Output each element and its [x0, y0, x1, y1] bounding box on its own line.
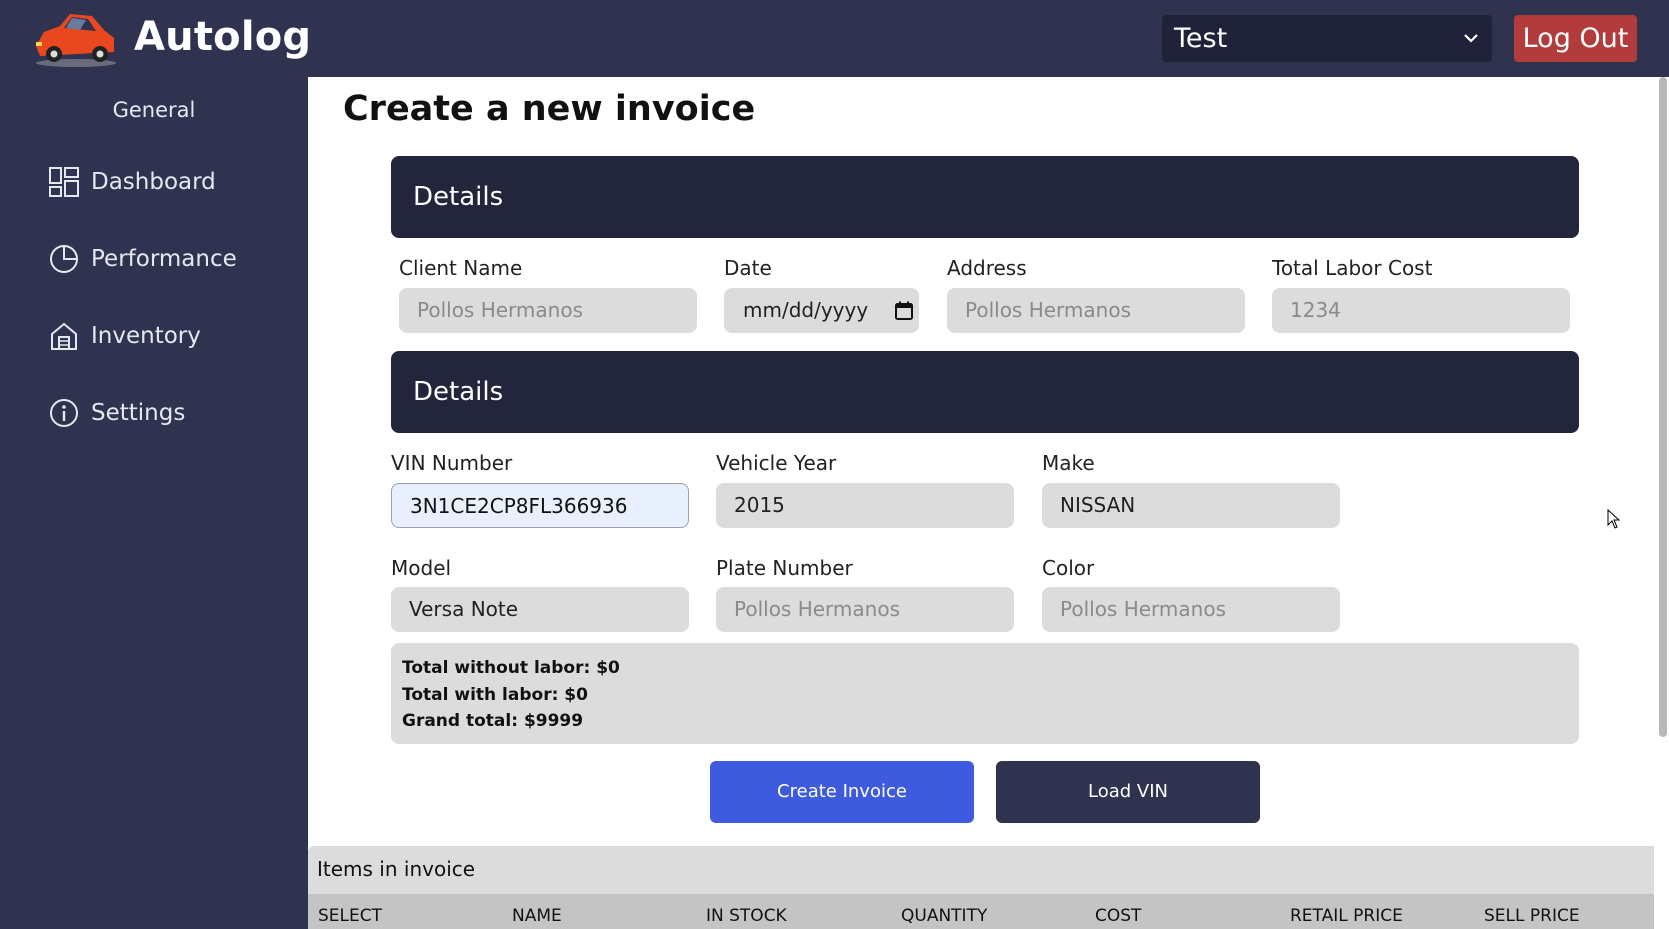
- vin-label: VIN Number: [391, 451, 513, 475]
- make-label: Make: [1042, 451, 1095, 475]
- labor-cost-label: Total Labor Cost: [1272, 256, 1433, 280]
- column-header[interactable]: SELL PRICE: [1484, 906, 1580, 926]
- column-header[interactable]: COST: [1095, 906, 1141, 926]
- sidebar-item-settings[interactable]: Settings: [48, 393, 288, 433]
- load-vin-button[interactable]: Load VIN: [996, 761, 1260, 823]
- sidebar: General Dashboard Performance Inventory: [0, 77, 308, 929]
- vehicle-year-label: Vehicle Year: [716, 451, 837, 475]
- calendar-icon[interactable]: [895, 301, 913, 320]
- logout-button[interactable]: Log Out: [1514, 15, 1637, 62]
- total-without-labor: Total without labor: $0: [402, 658, 620, 678]
- color-label: Color: [1042, 556, 1095, 580]
- page-title: Create a new invoice: [343, 89, 756, 129]
- column-header[interactable]: IN STOCK: [706, 906, 787, 926]
- plate-number-label: Plate Number: [716, 556, 853, 580]
- items-panel: Items in invoice SELECT NAME IN STOCK QU…: [308, 846, 1660, 929]
- model-label: Model: [391, 556, 452, 580]
- chevron-down-icon: [1464, 34, 1478, 43]
- labor-cost-field[interactable]: 1234: [1272, 288, 1570, 333]
- sidebar-item-performance[interactable]: Performance: [48, 239, 288, 279]
- dashboard-icon: [49, 167, 79, 197]
- vin-field[interactable]: 3N1CE2CP8FL366936: [391, 483, 689, 528]
- house-icon: [51, 322, 77, 350]
- make-field[interactable]: NISSAN: [1042, 483, 1340, 528]
- sidebar-item-label: Inventory: [91, 323, 201, 349]
- vehicle-year-field[interactable]: 2015: [716, 483, 1014, 528]
- sidebar-item-inventory[interactable]: Inventory: [48, 316, 288, 356]
- column-header[interactable]: NAME: [512, 906, 562, 926]
- info-icon: [50, 399, 78, 427]
- column-header[interactable]: SELECT: [318, 906, 382, 926]
- sidebar-section-title: General: [112, 98, 196, 122]
- account-select-value: Test: [1174, 23, 1228, 54]
- column-header[interactable]: RETAIL PRICE: [1290, 906, 1403, 926]
- sidebar-item-label: Performance: [91, 246, 237, 272]
- details-section-header: Details: [391, 156, 1579, 238]
- client-name-field[interactable]: Pollos Hermanos: [399, 288, 697, 333]
- address-label: Address: [947, 256, 1027, 280]
- sidebar-item-label: Settings: [91, 400, 186, 426]
- date-field[interactable]: mm/dd/yyyy: [724, 288, 919, 333]
- scrollbar-thumb[interactable]: [1659, 77, 1667, 737]
- main-content: Create a new invoice Details Client Name…: [308, 77, 1669, 929]
- app-title: Autolog: [134, 14, 312, 60]
- model-field[interactable]: Versa Note: [391, 587, 689, 632]
- items-title: Items in invoice: [317, 857, 476, 881]
- top-bar: Autolog Test Log Out: [0, 0, 1669, 77]
- pie-chart-icon: [50, 245, 78, 273]
- sidebar-item-dashboard[interactable]: Dashboard: [48, 162, 288, 202]
- vehicle-details-section-header: Details: [391, 351, 1579, 433]
- column-header[interactable]: QUANTITY: [901, 906, 987, 926]
- plate-number-field[interactable]: Pollos Hermanos: [716, 587, 1014, 632]
- grand-total: Grand total: $9999: [402, 711, 584, 731]
- date-label: Date: [724, 256, 772, 280]
- total-with-labor: Total with labor: $0: [402, 684, 588, 705]
- mouse-cursor-icon: [1607, 509, 1620, 529]
- car-logo-icon: [36, 14, 116, 67]
- color-field[interactable]: Pollos Hermanos: [1042, 587, 1340, 632]
- date-field-placeholder: mm/dd/yyyy: [743, 298, 869, 322]
- sidebar-item-label: Dashboard: [91, 169, 216, 195]
- create-invoice-button[interactable]: Create Invoice: [710, 761, 974, 823]
- address-field[interactable]: Pollos Hermanos: [947, 288, 1245, 333]
- totals-box: Total without labor: $0 Total with labor…: [391, 643, 1579, 744]
- items-table-header: SELECT NAME IN STOCK QUANTITY COST RETAI…: [308, 894, 1660, 929]
- client-name-label: Client Name: [399, 256, 523, 280]
- account-select[interactable]: Test: [1162, 15, 1492, 62]
